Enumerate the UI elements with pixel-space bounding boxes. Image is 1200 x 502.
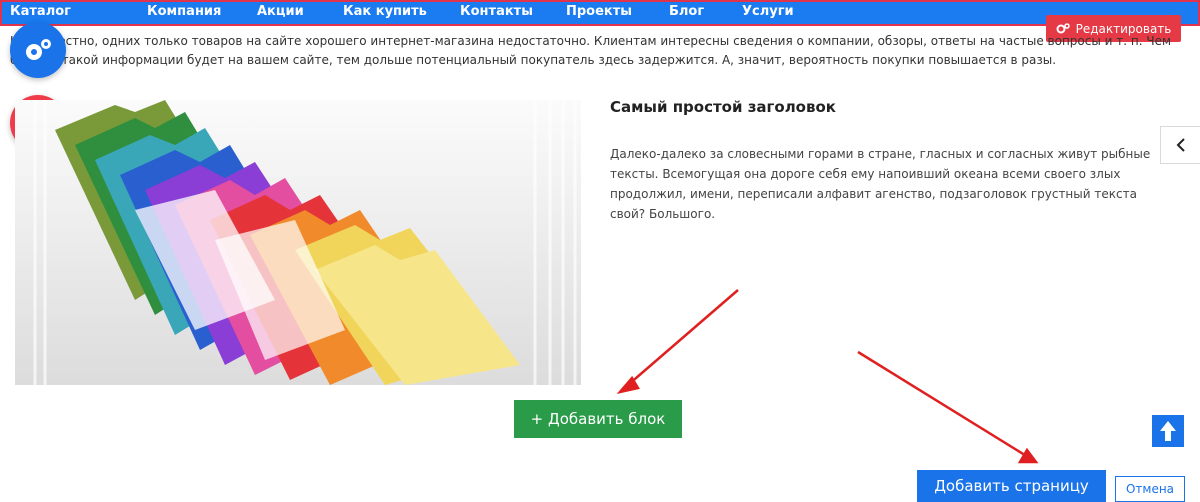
site-settings-button[interactable] xyxy=(10,22,66,78)
nav-item-services[interactable]: Услуги xyxy=(742,3,794,21)
folders-image xyxy=(15,100,581,385)
nav-item-promotions[interactable]: Акции xyxy=(257,3,304,21)
annotation-arrowhead-add-page xyxy=(1017,447,1039,464)
intro-text: Как известно, одних только товаров на са… xyxy=(10,34,1172,67)
nav-item-catalog[interactable]: Каталог xyxy=(10,3,71,21)
nav-item-blog[interactable]: Блог xyxy=(669,3,704,21)
nav-item-contacts[interactable]: Контакты xyxy=(460,3,533,21)
top-navigation-bar: Каталог Компания Акции Как купить Контак… xyxy=(0,0,1200,26)
nav-item-projects[interactable]: Проекты xyxy=(566,3,632,21)
annotation-arrow-add-page xyxy=(857,350,1029,459)
annotation-arrow-add-block xyxy=(627,289,739,386)
content-paragraph: Далеко-далеко за словесными горами в стр… xyxy=(610,147,1151,221)
content-heading: Самый простой заголовок xyxy=(610,98,836,116)
nav-item-company[interactable]: Компания xyxy=(147,3,221,21)
side-panel-toggle[interactable] xyxy=(1160,126,1200,164)
add-block-button[interactable]: + Добавить блок xyxy=(514,400,682,438)
scroll-to-top-button[interactable] xyxy=(1152,415,1184,447)
add-page-button[interactable]: Добавить страницу xyxy=(917,470,1106,502)
nav-item-how-to-buy[interactable]: Как купить xyxy=(343,3,427,21)
colored-folders-illustration xyxy=(15,100,581,385)
gears-icon xyxy=(26,39,51,60)
arrow-up-icon xyxy=(1160,421,1176,441)
annotation-arrowhead-add-block xyxy=(616,375,640,395)
cancel-button[interactable]: Отмена xyxy=(1115,476,1185,502)
chevron-left-icon xyxy=(1176,138,1185,152)
